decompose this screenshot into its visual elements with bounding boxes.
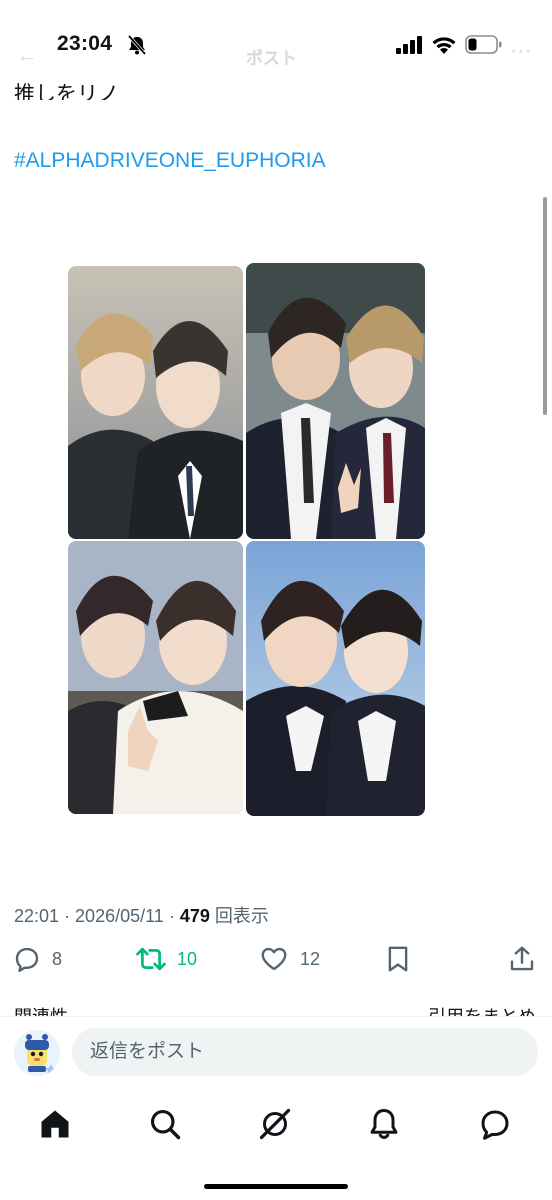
back-arrow-icon[interactable]: ←: [16, 42, 38, 68]
notifications-icon[interactable]: [366, 1106, 402, 1142]
photocard-2: [246, 263, 425, 539]
photocard-4: [246, 541, 425, 816]
status-time: 23:04: [57, 32, 113, 55]
battery-icon: [465, 35, 502, 54]
view-label: 回表示: [214, 906, 269, 926]
status-bar: ← ポスト ⋯ 23:04: [0, 0, 552, 80]
reply-count: 8: [52, 948, 63, 969]
bookmark-button[interactable]: [383, 944, 413, 974]
post-date: 2026/05/11: [75, 906, 164, 926]
like-button[interactable]: 12: [258, 944, 320, 974]
wifi-icon: [432, 37, 456, 54]
messages-icon[interactable]: [477, 1106, 513, 1142]
home-indicator: [204, 1184, 348, 1189]
repost-button[interactable]: 10: [135, 944, 197, 974]
reply-composer: 返信をポスト: [0, 1016, 552, 1089]
header-title: ポスト: [246, 49, 297, 68]
avatar[interactable]: [14, 1030, 60, 1076]
photocard-3: [68, 541, 243, 814]
silent-bell-icon: [127, 35, 147, 55]
action-bar: 8 10 12: [0, 944, 552, 980]
hashtag-link[interactable]: #ALPHADRIVEONE_EUPHORIA: [14, 149, 326, 173]
repost-count: 10: [177, 948, 198, 969]
grok-icon[interactable]: [257, 1106, 293, 1142]
repost-icon: [136, 947, 166, 971]
like-count: 12: [300, 948, 321, 969]
photocard-1: [68, 266, 243, 539]
reply-input[interactable]: 返信をポスト: [72, 1028, 538, 1076]
share-icon: [510, 946, 534, 971]
more-icon[interactable]: ⋯: [510, 38, 532, 64]
share-button[interactable]: [507, 944, 537, 974]
bookmark-icon: [388, 946, 408, 972]
related-label[interactable]: 関連性: [14, 1003, 68, 1017]
home-icon[interactable]: [37, 1106, 73, 1142]
heart-icon: [261, 947, 287, 971]
post-meta: 22:01 · 2026/05/11 · 479 回表示: [14, 906, 269, 926]
view-count: 479: [179, 906, 210, 926]
reply-icon: [15, 947, 39, 973]
search-icon[interactable]: [147, 1106, 183, 1142]
cellular-signal-icon: [396, 36, 422, 54]
scrollbar[interactable]: [543, 197, 547, 415]
quotes-link[interactable]: 引用をまとめる: [428, 1003, 552, 1017]
post-time: 22:01: [14, 906, 60, 926]
post-image[interactable]: [68, 263, 425, 816]
reply-button[interactable]: 8: [12, 944, 62, 974]
